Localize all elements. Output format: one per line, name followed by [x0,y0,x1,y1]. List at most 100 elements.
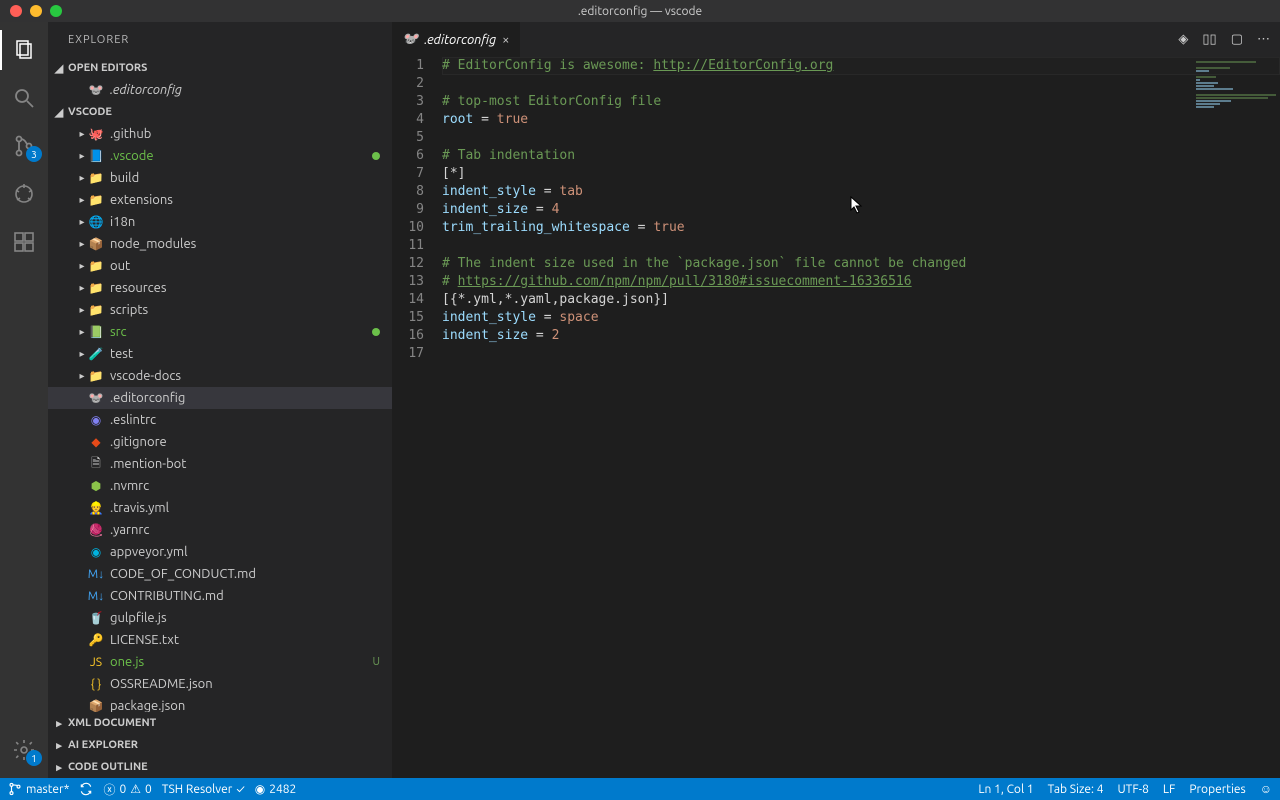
tree-row[interactable]: ▸📘.vscode [48,145,392,167]
window-max-button[interactable] [50,5,62,17]
diff-icon[interactable]: ◈ [1178,32,1188,47]
git-icon: ◆ [88,434,104,450]
tree-row[interactable]: ▸📁out [48,255,392,277]
error-icon: ⓧ [103,781,115,798]
editor-area: 🐭 .editorconfig × ◈ ▯▯ ▢ ⋯ 1234567891011… [392,22,1280,778]
nvm-icon: ⬢ [88,478,104,494]
chevron-icon: ▸ [76,260,88,272]
more-icon[interactable]: ⋯ [1257,32,1270,47]
tree-row[interactable]: ▸📁resources [48,277,392,299]
chevron-icon: ▸ [76,282,88,294]
tree-label: .yarnrc [110,523,380,537]
tree-row[interactable]: { }OSSREADME.json [48,673,392,695]
tree-row[interactable]: ▸📁vscode-docs [48,365,392,387]
editor-body[interactable]: 1234567891011121314151617 # EditorConfig… [392,57,1280,778]
folder-icon: 📁 [88,280,104,296]
code[interactable]: # EditorConfig is awesome: http://Editor… [442,57,1280,778]
debug-icon[interactable] [0,174,48,214]
section-project[interactable]: ◢ VSCODE [48,101,392,123]
window-min-button[interactable] [30,5,42,17]
sidebar: EXPLORER ◢ OPEN EDITORS 🐭.editorconfig ◢… [48,22,392,778]
tree-row[interactable]: ▸📦node_modules [48,233,392,255]
tree-row[interactable]: ▸📁extensions [48,189,392,211]
split-icon[interactable]: ▯▯ [1202,32,1216,47]
tree-row[interactable]: ▸📗src [48,321,392,343]
eslint-icon: ◉ [88,412,104,428]
tree-row[interactable]: ◉appveyor.yml [48,541,392,563]
gulp-icon: 🥤 [88,610,104,626]
tree-label: i18n [110,215,380,229]
tree-row[interactable]: 🧶.yarnrc [48,519,392,541]
encoding-item[interactable]: UTF-8 [1117,783,1148,796]
tree-label: LICENSE.txt [110,633,380,647]
chevron-down-icon: ◢ [52,62,66,75]
section-ai[interactable]: ▸ AI EXPLORER [48,734,392,756]
layout-icon[interactable]: ▢ [1231,32,1243,47]
chevron-icon: ▸ [76,172,88,184]
open-editor-item[interactable]: 🐭.editorconfig [48,79,392,101]
tabsize-item[interactable]: Tab Size: 4 [1048,783,1104,796]
search-icon[interactable] [0,78,48,118]
tsh-item[interactable]: TSH Resolver ✓ [162,783,245,796]
tree-row[interactable]: ▸🐙.github [48,123,392,145]
chevron-right-icon: ▸ [52,717,66,730]
folder-test-icon: 🧪 [88,346,104,362]
tree-row[interactable]: 👷.travis.yml [48,497,392,519]
tree-row[interactable]: 📦package.json [48,695,392,712]
tree-label: .vscode [110,149,372,163]
minimap[interactable] [1190,57,1280,197]
gutter: 1234567891011121314151617 [392,57,442,778]
tree-label: extensions [110,193,380,207]
tree-row[interactable]: ⬢.nvmrc [48,475,392,497]
tree-row[interactable]: 🐭.editorconfig [48,387,392,409]
eol-item[interactable]: LF [1163,783,1175,796]
explorer-icon[interactable] [0,30,48,70]
views-item[interactable]: ◉ 2482 [255,782,297,796]
chevron-icon: ▸ [76,238,88,250]
license-icon: 🔑 [88,632,104,648]
tree-row[interactable]: ◉.eslintrc [48,409,392,431]
chevron-icon: ▸ [76,370,88,382]
gear-icon[interactable]: 1 [0,730,48,770]
section-label: OPEN EDITORS [68,62,147,74]
md-icon: M↓ [88,588,104,604]
editorconfig-icon: 🐭 [402,32,418,47]
scm-icon[interactable]: 3 [0,126,48,166]
tree-row[interactable]: 🥤gulpfile.js [48,607,392,629]
section-xml[interactable]: ▸ XML DOCUMENT [48,712,392,734]
tree-row[interactable]: JSone.jsU [48,651,392,673]
lncol-item[interactable]: Ln 1, Col 1 [978,783,1033,796]
tree-label: scripts [110,303,380,317]
tree-row[interactable]: ◆.gitignore [48,431,392,453]
tree-row[interactable]: ▸📁build [48,167,392,189]
folder-icon: 📁 [88,192,104,208]
feedback-icon[interactable]: ☺ [1260,782,1272,796]
sidebar-title: EXPLORER [48,22,392,57]
json-icon: { } [88,676,104,692]
sync-icon[interactable] [79,782,93,796]
branch-item[interactable]: master* [8,782,69,796]
extensions-icon[interactable] [0,222,48,262]
folder-github-icon: 🐙 [88,126,104,142]
section-open-editors[interactable]: ◢ OPEN EDITORS [48,57,392,79]
chevron-right-icon: ▸ [52,739,66,752]
tree-label: one.js [110,655,372,669]
problems-item[interactable]: ⓧ0 ⚠0 [103,781,151,798]
tree-row[interactable]: M↓CODE_OF_CONDUCT.md [48,563,392,585]
tab-editorconfig[interactable]: 🐭 .editorconfig × [392,22,521,57]
window-close-button[interactable] [10,5,22,17]
statusbar: master* ⓧ0 ⚠0 TSH Resolver ✓ ◉ 2482 Ln 1… [0,778,1280,800]
tree-row[interactable]: 🔑 LICENSE.txt [48,629,392,651]
tree-row[interactable]: ▸🌐i18n [48,211,392,233]
tree-row[interactable]: M↓CONTRIBUTING.md [48,585,392,607]
section-label: CODE OUTLINE [68,761,148,773]
tree-row[interactable]: 🗎.mention-bot [48,453,392,475]
close-icon[interactable]: × [502,33,509,47]
tree-label: package.json [110,699,380,712]
lang-item[interactable]: Properties [1189,783,1245,796]
tree-row[interactable]: ▸🧪test [48,343,392,365]
modified-dot [372,152,380,160]
section-outline[interactable]: ▸ CODE OUTLINE [48,756,392,778]
tree-row[interactable]: ▸📁scripts [48,299,392,321]
tree-label: .github [110,127,380,141]
